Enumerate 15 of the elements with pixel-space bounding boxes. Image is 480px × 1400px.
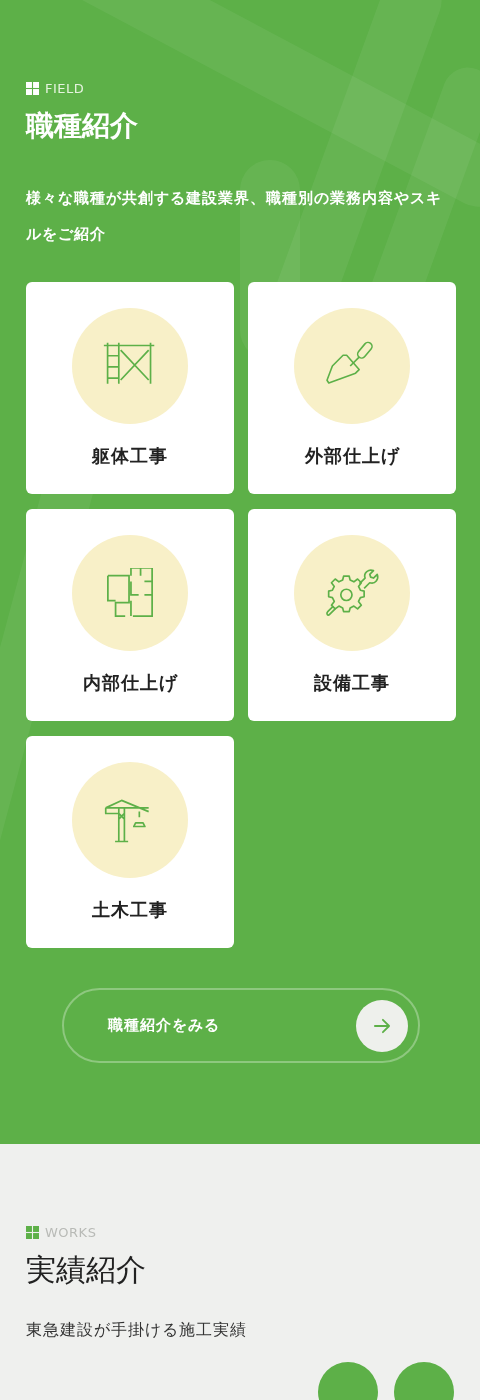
section-title: 実績紹介 <box>26 1252 147 1288</box>
gear-wrench-icon <box>324 568 380 618</box>
section-eyebrow: WORKS <box>45 1224 97 1240</box>
job-card[interactable]: 外部仕上げ <box>248 282 456 494</box>
job-card[interactable]: 設備工事 <box>248 509 456 721</box>
grid-icon <box>26 81 39 95</box>
job-card[interactable]: 内部仕上げ <box>26 509 234 721</box>
job-card[interactable]: 土木工事 <box>26 736 234 948</box>
section-description: 様々な職種が共創する建設業界、職種別の業務内容やスキルをご紹介 <box>26 188 443 245</box>
section-eyebrow: FIELD <box>45 80 85 96</box>
section-description: 東急建設が手掛ける施工実績 <box>26 1319 248 1341</box>
job-card[interactable]: 躯体工事 <box>26 282 234 494</box>
arrow-right-icon <box>373 1017 391 1034</box>
grid-icon <box>26 1225 39 1239</box>
section-title: 職種紹介 <box>26 108 139 144</box>
